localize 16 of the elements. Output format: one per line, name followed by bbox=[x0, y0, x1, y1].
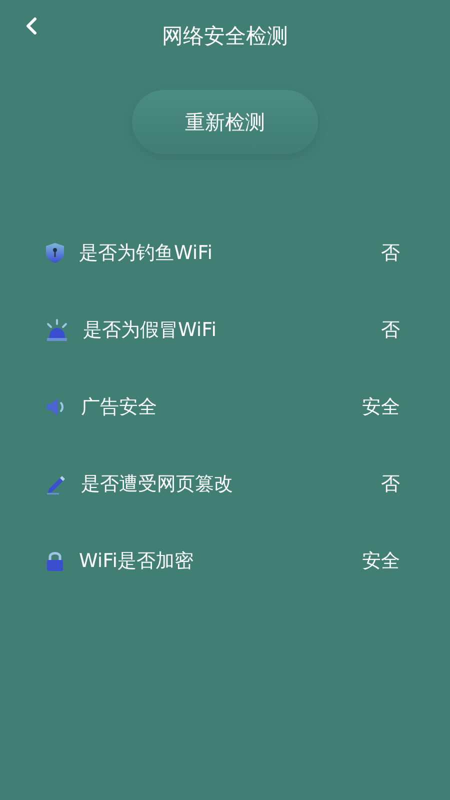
check-label: 是否为假冒WiFi bbox=[83, 318, 218, 342]
alarm-light-icon bbox=[45, 318, 69, 340]
check-label: 广告安全 bbox=[81, 394, 158, 420]
check-label: 是否为钓鱼WiFi bbox=[79, 240, 214, 266]
page-title: 网络安全检测 bbox=[162, 23, 288, 50]
shield-icon bbox=[45, 242, 65, 264]
check-result: 安全 bbox=[362, 394, 400, 420]
check-result: 否 bbox=[381, 318, 400, 342]
check-label: WiFi是否加密 bbox=[79, 548, 194, 574]
lock-icon bbox=[45, 550, 65, 572]
check-result: 安全 bbox=[362, 548, 400, 574]
check-result: 否 bbox=[381, 240, 400, 266]
rescan-button[interactable]: 重新检测 bbox=[132, 90, 318, 154]
back-icon[interactable] bbox=[25, 17, 37, 35]
check-label: 是否遭受网页篡改 bbox=[81, 472, 234, 496]
check-result: 否 bbox=[381, 472, 400, 496]
